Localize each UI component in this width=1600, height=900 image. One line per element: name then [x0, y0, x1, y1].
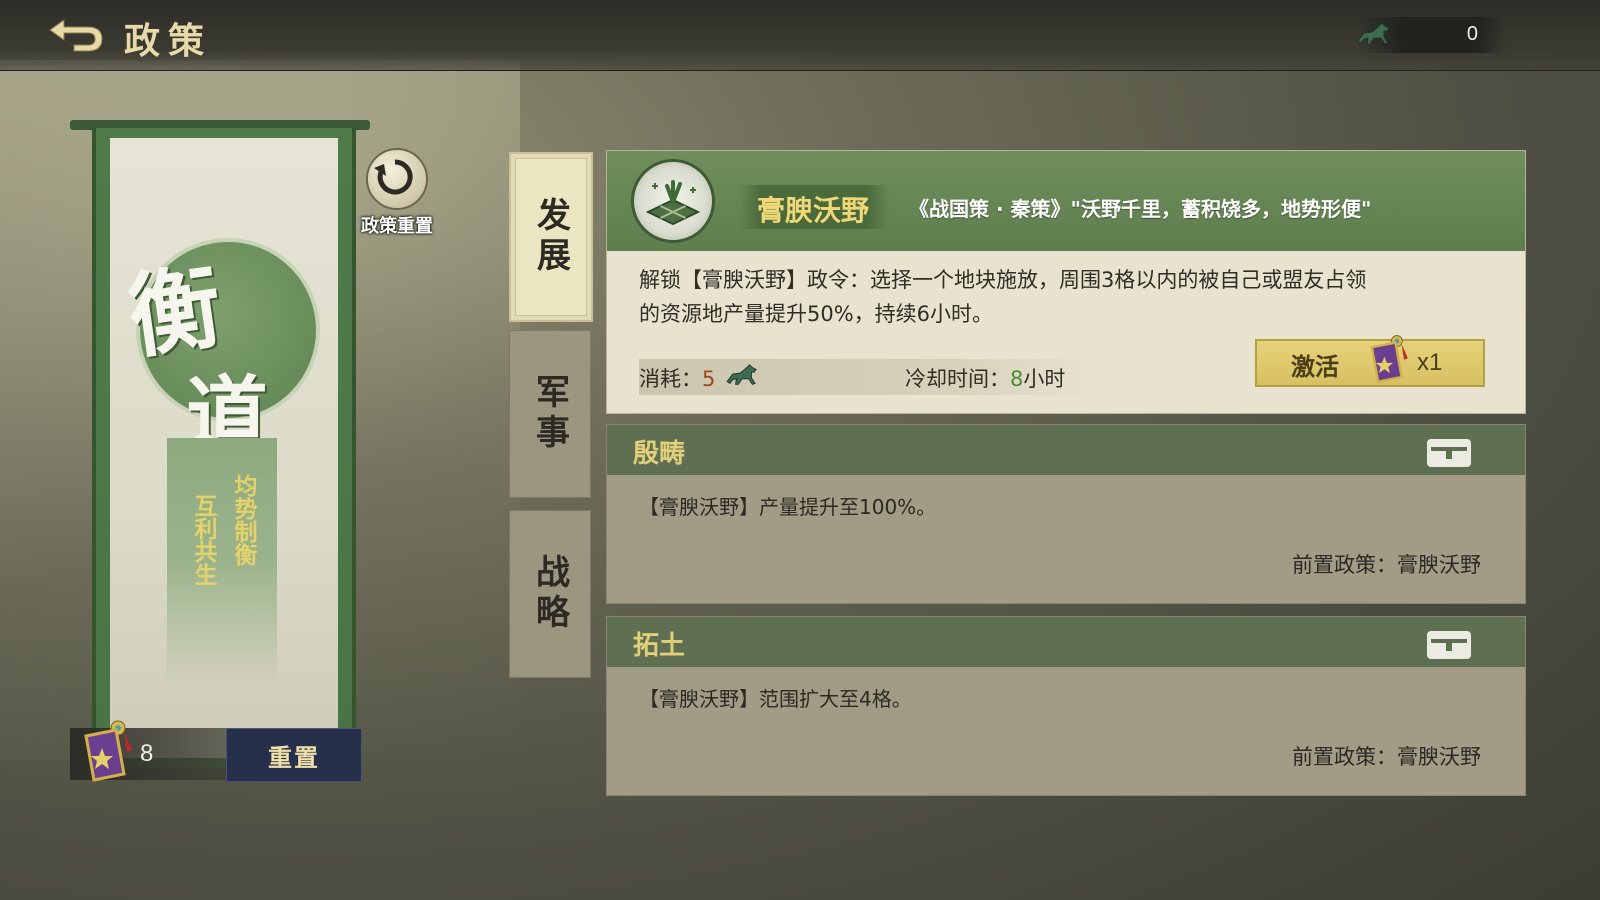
horse-icon — [726, 364, 757, 385]
policy-card-locked[interactable]: 殷畴 【膏腴沃野】产量提升至100%。 前置政策：膏腴沃野 — [606, 424, 1526, 604]
banner-footer: 8 重置 — [70, 720, 362, 784]
lock-icon — [1427, 439, 1471, 467]
resource-count: 0 — [1466, 23, 1478, 45]
locked-policy-desc: 【膏腴沃野】产量提升至100%。 — [639, 495, 937, 519]
policy-description-line: 的资源地产量提升50%，持续6小时。 — [639, 302, 994, 326]
resource-counter: 0 — [1357, 17, 1506, 53]
tab-label: 军事 — [529, 374, 570, 454]
lock-icon-graphic — [1431, 639, 1467, 651]
motto-strip: 均势制衡 互利共生 — [167, 438, 277, 688]
locked-card-header: 拓土 — [607, 617, 1525, 667]
farmland-icon — [631, 159, 715, 243]
policy-quote: 《战国策 · 秦策》"沃野千里，蓄积饶多，地势形便" — [909, 197, 1372, 221]
cost-bar: 消耗：5 冷却时间：8小时 — [639, 359, 1099, 395]
policy-card-main[interactable]: 膏腴沃野 《战国策 · 秦策》"沃野千里，蓄积饶多，地势形便" 解锁【膏腴沃野】… — [606, 150, 1526, 414]
reset-button[interactable]: 重置 — [226, 728, 362, 782]
scroll-body: 衡 道 均势制衡 互利共生 — [92, 128, 356, 768]
cooldown-label: 冷却时间： — [905, 367, 1010, 391]
lock-icon-graphic — [1431, 447, 1467, 459]
policy-description-line: 解锁【膏腴沃野】政令：选择一个地块施放，周围3格以内的被自己或盟友占领 — [639, 268, 1367, 292]
doctrine-banner: 衡 道 均势制衡 互利共生 8 重置 — [70, 120, 370, 810]
farmland-icon-graphic — [645, 180, 701, 226]
locked-policy-name: 殷畴 — [633, 439, 686, 469]
horse-icon — [1357, 22, 1390, 45]
locked-policy-prereq: 前置政策：膏腴沃野 — [1292, 553, 1481, 577]
scroll-paper: 衡 道 均势制衡 互利共生 — [110, 138, 338, 758]
policy-card-header: 膏腴沃野 《战国策 · 秦策》"沃野千里，蓄积饶多，地势形便" — [607, 151, 1525, 251]
token-icon — [1370, 335, 1408, 384]
top-bar: 政策 0 — [0, 0, 1600, 71]
policy-name: 膏腴沃野 — [757, 194, 870, 227]
tab-label: 发展 — [530, 197, 571, 277]
tab-strategy[interactable]: 战略 — [509, 510, 591, 678]
policy-reset-label: 政策重置 — [361, 216, 433, 237]
activate-label: 激活 — [1291, 353, 1339, 381]
cooldown-unit: 小时 — [1023, 367, 1066, 391]
page-title: 政策 — [124, 20, 213, 62]
motto-right: 均势制衡 — [230, 474, 257, 566]
tab-label: 战略 — [529, 554, 570, 634]
lock-icon — [1427, 631, 1471, 659]
tab-development[interactable]: 发展 — [509, 152, 593, 322]
token-plate: 8 — [70, 720, 240, 782]
tab-military[interactable]: 军事 — [509, 330, 591, 498]
back-arrow-icon — [49, 19, 103, 52]
policy-reset-button[interactable]: 政策重置 — [352, 148, 442, 237]
locked-policy-desc: 【膏腴沃野】范围扩大至4格。 — [639, 687, 912, 711]
activate-count: x1 — [1417, 349, 1443, 376]
cost-value: 5 — [702, 367, 716, 391]
reset-icon-circle — [366, 148, 428, 210]
cooldown-info: 冷却时间：8小时 — [905, 363, 1065, 393]
motto-left: 互利共生 — [190, 494, 217, 586]
cost-label: 消耗： — [639, 367, 702, 391]
locked-policy-prereq: 前置政策：膏腴沃野 — [1292, 745, 1481, 769]
locked-card-header: 殷畴 — [607, 425, 1525, 475]
locked-policy-name: 拓土 — [633, 631, 686, 661]
activate-button[interactable]: 激活 x1 — [1255, 335, 1485, 387]
policy-description: 解锁【膏腴沃野】政令：选择一个地块施放，周围3格以内的被自己或盟友占领 的资源地… — [639, 263, 1479, 331]
token-count: 8 — [140, 740, 154, 767]
back-button[interactable] — [44, 16, 106, 56]
cost-info: 消耗：5 — [639, 363, 715, 393]
reset-icon — [374, 159, 413, 195]
policy-card-locked[interactable]: 拓土 【膏腴沃野】范围扩大至4格。 前置政策：膏腴沃野 — [606, 616, 1526, 796]
token-icon — [84, 720, 132, 782]
cooldown-value: 8 — [1010, 367, 1024, 391]
